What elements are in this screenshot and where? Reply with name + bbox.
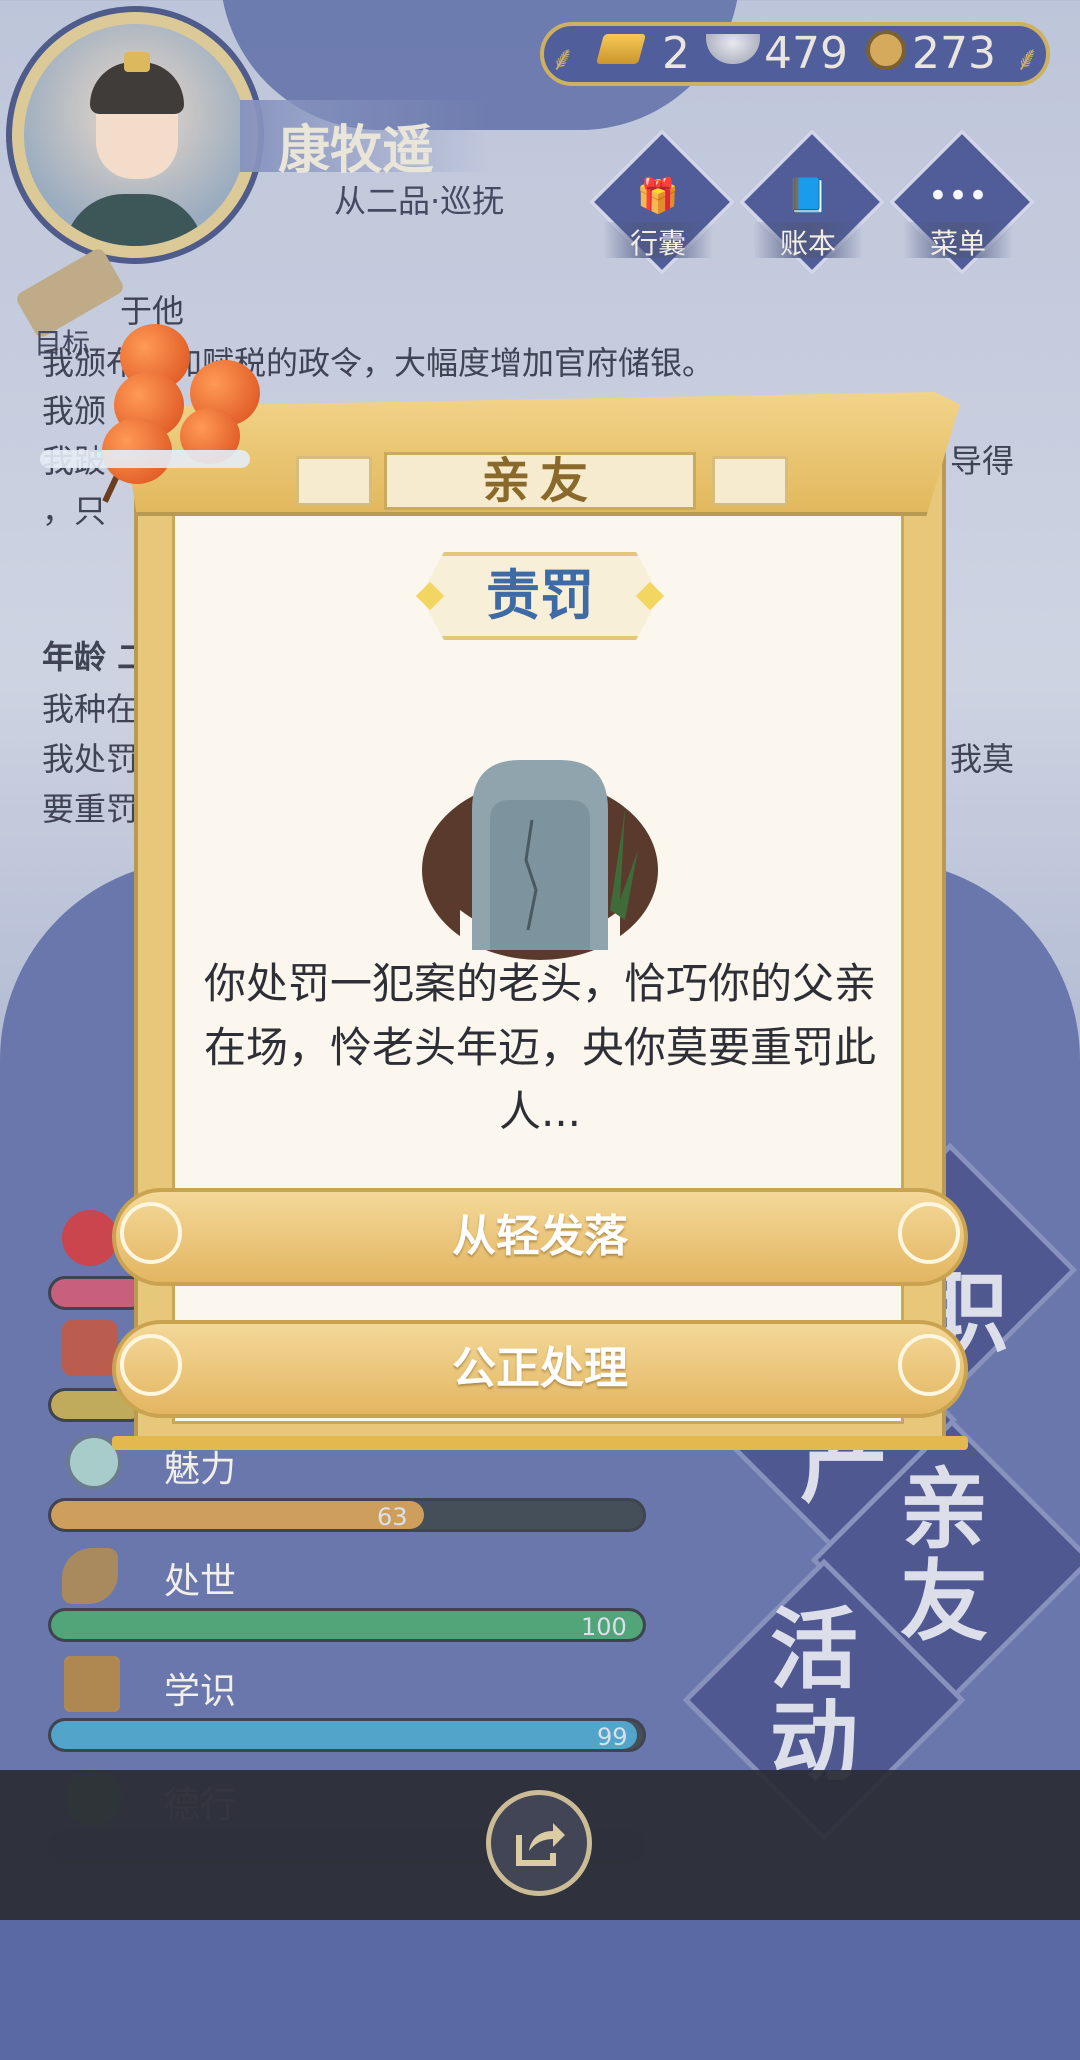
tombstone-illustration bbox=[420, 740, 660, 960]
choice-lenient-button[interactable]: 从轻发落 bbox=[112, 1188, 968, 1286]
choice-cloud-right-icon bbox=[898, 1334, 960, 1396]
choice-fair-button[interactable]: 公正处理 bbox=[112, 1320, 968, 1418]
choice-cloud-left-icon bbox=[120, 1334, 182, 1396]
banner-side-left bbox=[296, 456, 372, 506]
event-tag: 责罚 bbox=[420, 552, 660, 640]
choice-cloud-left-icon bbox=[120, 1202, 182, 1264]
choice-lenient-label: 从轻发落 bbox=[452, 1211, 628, 1262]
event-description: 你处罚一犯案的老头，恰巧你的父亲在场，怜老头年迈，央你莫要重罚此人... bbox=[203, 959, 876, 1136]
dialog-title: 亲友 bbox=[481, 453, 598, 509]
banner-side-right bbox=[712, 456, 788, 506]
event-tag-text: 责罚 bbox=[486, 564, 594, 627]
dialog-bottom-rail bbox=[112, 1436, 968, 1450]
candied-haws-decoration bbox=[40, 320, 280, 520]
dialog-title-box: 亲友 bbox=[384, 452, 696, 510]
choice-fair-label: 公正处理 bbox=[452, 1343, 628, 1394]
choice-cloud-right-icon bbox=[898, 1202, 960, 1264]
